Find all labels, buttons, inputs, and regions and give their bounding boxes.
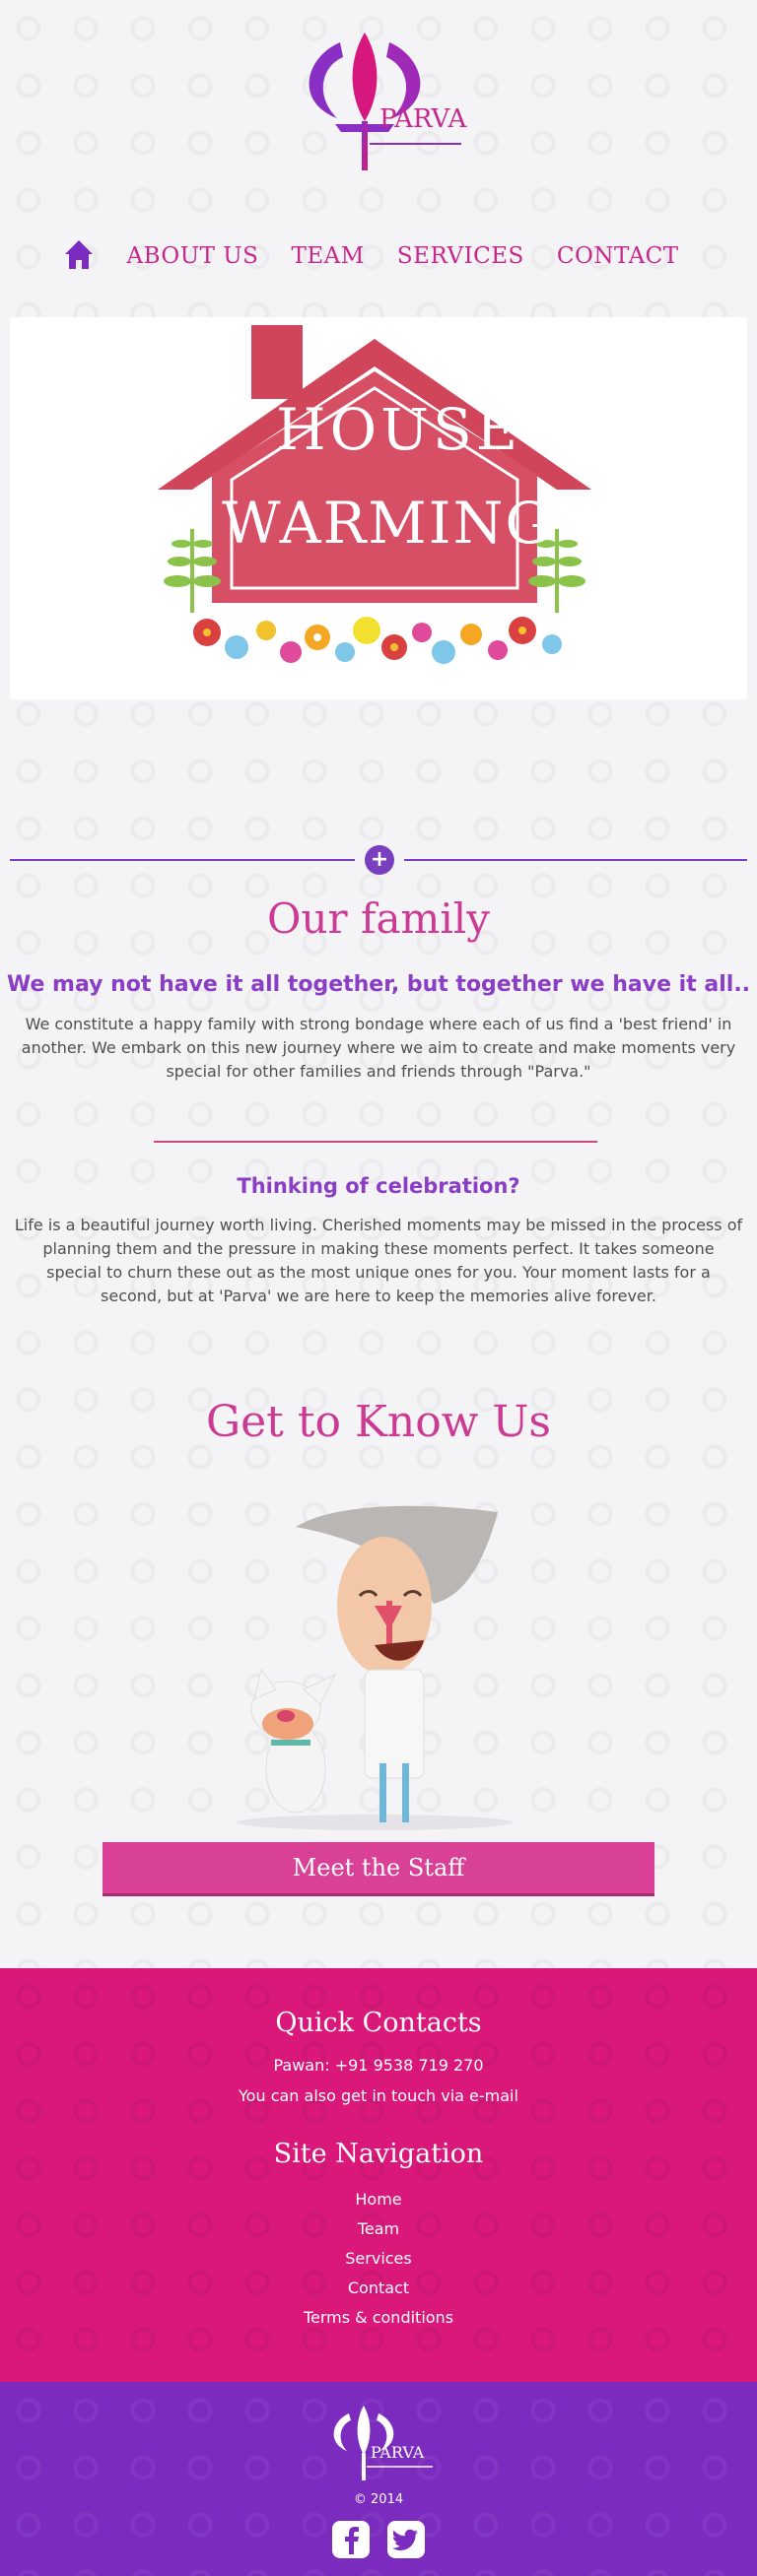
nav-services[interactable]: SERVICES <box>397 243 524 269</box>
hero-banner: HOUSE WARMING <box>10 317 747 699</box>
footer-link-team[interactable]: Team <box>0 2214 757 2244</box>
facebook-icon[interactable] <box>332 2521 371 2558</box>
twitter-icon[interactable] <box>386 2521 425 2558</box>
footer-link-contact[interactable]: Contact <box>0 2274 757 2303</box>
know-us-title: Get to Know Us <box>205 1397 552 1447</box>
celebration-title: Thinking of celebration? <box>237 1174 520 1198</box>
site-logo[interactable]: PARVA <box>286 28 473 175</box>
footer-link-home[interactable]: Home <box>0 2185 757 2214</box>
footer-logo-text: PARVA <box>371 2443 425 2462</box>
footer-logo[interactable]: PARVA <box>319 2404 438 2482</box>
footer-contacts: Quick Contacts Pawan: +91 9538 719 270 Y… <box>0 1968 757 2382</box>
family-text: We constitute a happy family with strong… <box>21 1015 736 1081</box>
contact-phone: Pawan: +91 9538 719 270 <box>273 2056 484 2075</box>
family-tagline: We may not have it all together, but tog… <box>6 972 751 997</box>
celebration-text: Life is a beautiful journey worth living… <box>14 1216 743 1305</box>
home-icon[interactable] <box>64 238 94 274</box>
content-divider <box>154 1141 597 1143</box>
quick-contacts-title: Quick Contacts <box>275 2008 482 2038</box>
page: PARVA ABOUT US TEAM SERVICES CONTACT HOU… <box>0 0 757 2576</box>
meet-the-staff-button[interactable]: Meet the Staff <box>103 1842 654 1893</box>
footer-link-services[interactable]: Services <box>0 2244 757 2274</box>
plus-icon: + <box>365 845 394 875</box>
footer-nav: Home Team Services Contact Terms & condi… <box>0 2185 757 2333</box>
logo-text: PARVA <box>379 104 467 134</box>
main-nav: ABOUT US TEAM SERVICES CONTACT <box>0 238 757 274</box>
nav-team[interactable]: TEAM <box>292 243 365 269</box>
hero-line-warming: WARMING <box>222 490 553 557</box>
site-navigation-title: Site Navigation <box>273 2139 484 2169</box>
copyright: © 2014 <box>353 2492 404 2507</box>
social-links <box>0 2521 757 2562</box>
section-divider: + <box>10 845 747 875</box>
divider-line-right <box>404 859 747 861</box>
contact-email-note[interactable]: You can also get in touch via e-mail <box>0 2086 757 2105</box>
family-title: Our family <box>267 894 490 943</box>
nav-about-us[interactable]: ABOUT US <box>126 243 258 269</box>
hero-line-house: HOUSE <box>276 396 522 463</box>
footer-bottom: PARVA © 2014 <box>0 2382 757 2576</box>
footer-link-terms[interactable]: Terms & conditions <box>0 2303 757 2333</box>
header: PARVA ABOUT US TEAM SERVICES CONTACT <box>0 0 757 300</box>
divider-line-left <box>10 859 355 861</box>
fleur-logo-icon <box>309 33 461 170</box>
staff-illustration <box>227 1487 532 1832</box>
nav-contact[interactable]: CONTACT <box>557 243 679 269</box>
